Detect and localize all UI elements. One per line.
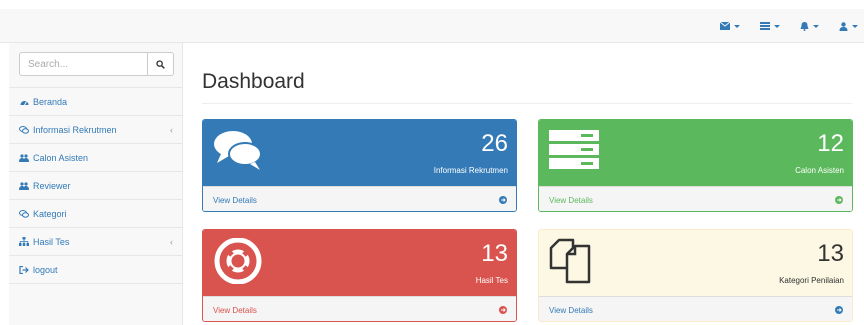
- panel-count: 13: [481, 240, 508, 267]
- panel-label: Calon Asisten: [795, 166, 844, 175]
- sidebar: Beranda Informasi Rekrutmen ‹ Calon Asis…: [9, 43, 183, 325]
- caret-down-icon: [852, 24, 858, 28]
- caret-down-icon: [813, 24, 819, 28]
- sidebar-nav: Beranda Informasi Rekrutmen ‹ Calon Asis…: [9, 87, 183, 284]
- sidebar-item-label: logout: [33, 264, 58, 275]
- users-icon: [19, 153, 29, 163]
- sidebar-item-kategori[interactable]: Kategori: [9, 200, 183, 228]
- sidebar-item-informasi-rekrutmen[interactable]: Informasi Rekrutmen ‹: [9, 116, 183, 144]
- panel-label: Hasil Tes: [475, 276, 508, 285]
- search-icon: [156, 59, 165, 69]
- top-nav-icons: [700, 9, 858, 43]
- panel-footer[interactable]: View Details: [203, 296, 516, 321]
- panel-count: 26: [481, 130, 508, 157]
- page-title: Dashboard: [202, 70, 305, 93]
- server-icon: [549, 130, 599, 169]
- sidebar-item-label: Hasil Tes: [33, 236, 70, 247]
- arrow-circle-right-icon: [499, 196, 507, 204]
- sidebar-item-logout[interactable]: logout: [9, 256, 183, 284]
- sidebar-item-hasil-tes[interactable]: Hasil Tes ‹: [9, 228, 183, 256]
- messages-dropdown[interactable]: [720, 22, 740, 30]
- panel-hasil-tes[interactable]: 13 Hasil Tes View Details: [202, 229, 517, 322]
- panel-label: Kategori Penilaian: [779, 276, 844, 285]
- envelope-icon: [720, 22, 730, 30]
- panel-informasi-rekrutmen[interactable]: 26 Informasi Rekrutmen View Details: [202, 119, 517, 212]
- sidebar-item-label: Reviewer: [33, 180, 71, 191]
- sidebar-item-label: Kategori: [33, 208, 67, 219]
- view-details-link[interactable]: View Details: [549, 306, 593, 315]
- sign-out-icon: [19, 265, 29, 275]
- view-details-link[interactable]: View Details: [213, 306, 257, 315]
- life-ring-icon: [214, 238, 262, 284]
- caret-down-icon: [774, 24, 780, 28]
- chevron-left-icon: ‹: [170, 125, 173, 135]
- panel-footer[interactable]: View Details: [203, 186, 516, 211]
- chevron-left-icon: ‹: [170, 237, 173, 247]
- sitemap-icon: [19, 237, 29, 247]
- caret-down-icon: [734, 24, 740, 28]
- sidebar-item-label: Informasi Rekrutmen: [33, 124, 117, 135]
- panel-count: 12: [817, 130, 844, 157]
- panel-count: 13: [817, 240, 844, 267]
- search-group: [19, 52, 174, 76]
- tasks-icon: [760, 22, 770, 30]
- bell-icon: [800, 21, 809, 31]
- panel-heading: 13 Kategori Penilaian: [539, 230, 852, 296]
- panel-heading: 13 Hasil Tes: [203, 230, 516, 296]
- search-input[interactable]: [19, 52, 148, 76]
- panel-kategori-penilaian[interactable]: 13 Kategori Penilaian View Details: [538, 229, 853, 322]
- panel-heading: 12 Calon Asisten: [539, 120, 852, 186]
- arrow-circle-right-icon: [499, 306, 507, 314]
- sidebar-item-calon-asisten[interactable]: Calon Asisten: [9, 144, 183, 172]
- panel-footer[interactable]: View Details: [539, 186, 852, 211]
- tasks-dropdown[interactable]: [760, 22, 780, 30]
- panel-label: Informasi Rekrutmen: [433, 166, 508, 175]
- sidebar-item-label: Calon Asisten: [33, 152, 89, 163]
- dashboard-icon: [19, 97, 29, 107]
- sidebar-item-beranda[interactable]: Beranda: [9, 88, 183, 116]
- view-details-link[interactable]: View Details: [213, 196, 257, 205]
- sidebar-item-reviewer[interactable]: Reviewer: [9, 172, 183, 200]
- arrow-circle-right-icon: [835, 196, 843, 204]
- comments-icon: [214, 131, 262, 170]
- sidebar-item-label: Beranda: [33, 96, 68, 107]
- view-details-link[interactable]: View Details: [549, 196, 593, 205]
- comments-icon: [19, 125, 29, 135]
- users-icon: [19, 181, 29, 191]
- search-button[interactable]: [148, 52, 174, 76]
- files-icon: [549, 238, 591, 284]
- user-icon: [839, 21, 848, 31]
- user-dropdown[interactable]: [839, 21, 858, 31]
- arrow-circle-right-icon: [835, 306, 843, 314]
- top-navbar: [0, 9, 864, 43]
- panel-calon-asisten[interactable]: 12 Calon Asisten View Details: [538, 119, 853, 212]
- panel-footer[interactable]: View Details: [539, 296, 852, 321]
- title-divider: [202, 103, 852, 104]
- alerts-dropdown[interactable]: [800, 21, 819, 31]
- comments-icon: [19, 209, 29, 219]
- panel-heading: 26 Informasi Rekrutmen: [203, 120, 516, 186]
